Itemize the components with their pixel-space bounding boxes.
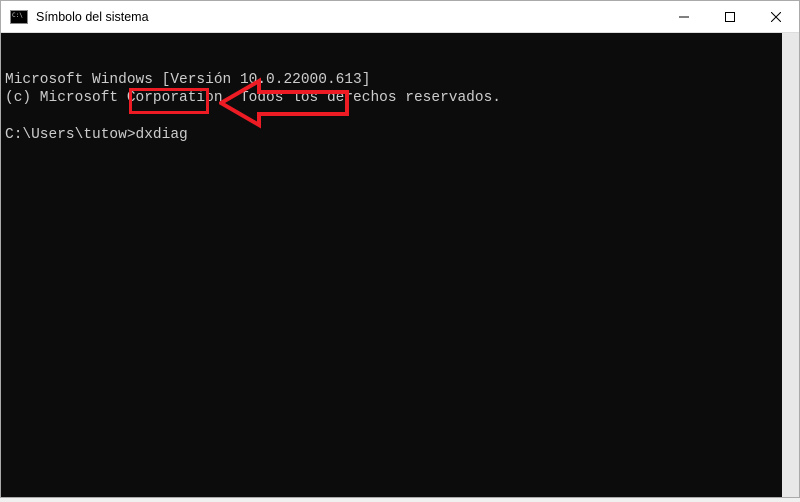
terminal-blank-line: [5, 108, 778, 126]
terminal-command: dxdiag: [136, 127, 188, 143]
cmd-window: Símbolo del sistema Microsoft Windows [V…: [0, 0, 800, 498]
minimize-button[interactable]: [661, 1, 707, 32]
close-button[interactable]: [753, 1, 799, 32]
titlebar[interactable]: Símbolo del sistema: [1, 1, 799, 33]
terminal[interactable]: Microsoft Windows [Versión 10.0.22000.61…: [1, 33, 782, 497]
cmd-icon: [10, 10, 28, 24]
terminal-area: Microsoft Windows [Versión 10.0.22000.61…: [1, 33, 799, 497]
scrollbar-thumb[interactable]: [782, 33, 799, 497]
maximize-button[interactable]: [707, 1, 753, 32]
terminal-output-line: Microsoft Windows [Versión 10.0.22000.61…: [5, 71, 778, 89]
terminal-output-line: (c) Microsoft Corporation. Todos los der…: [5, 89, 778, 107]
window-controls: [661, 1, 799, 32]
vertical-scrollbar[interactable]: [782, 33, 799, 497]
terminal-prompt: C:\Users\tutow>: [5, 127, 136, 143]
terminal-prompt-line: C:\Users\tutow>dxdiag: [5, 126, 778, 144]
window-title: Símbolo del sistema: [36, 10, 661, 24]
